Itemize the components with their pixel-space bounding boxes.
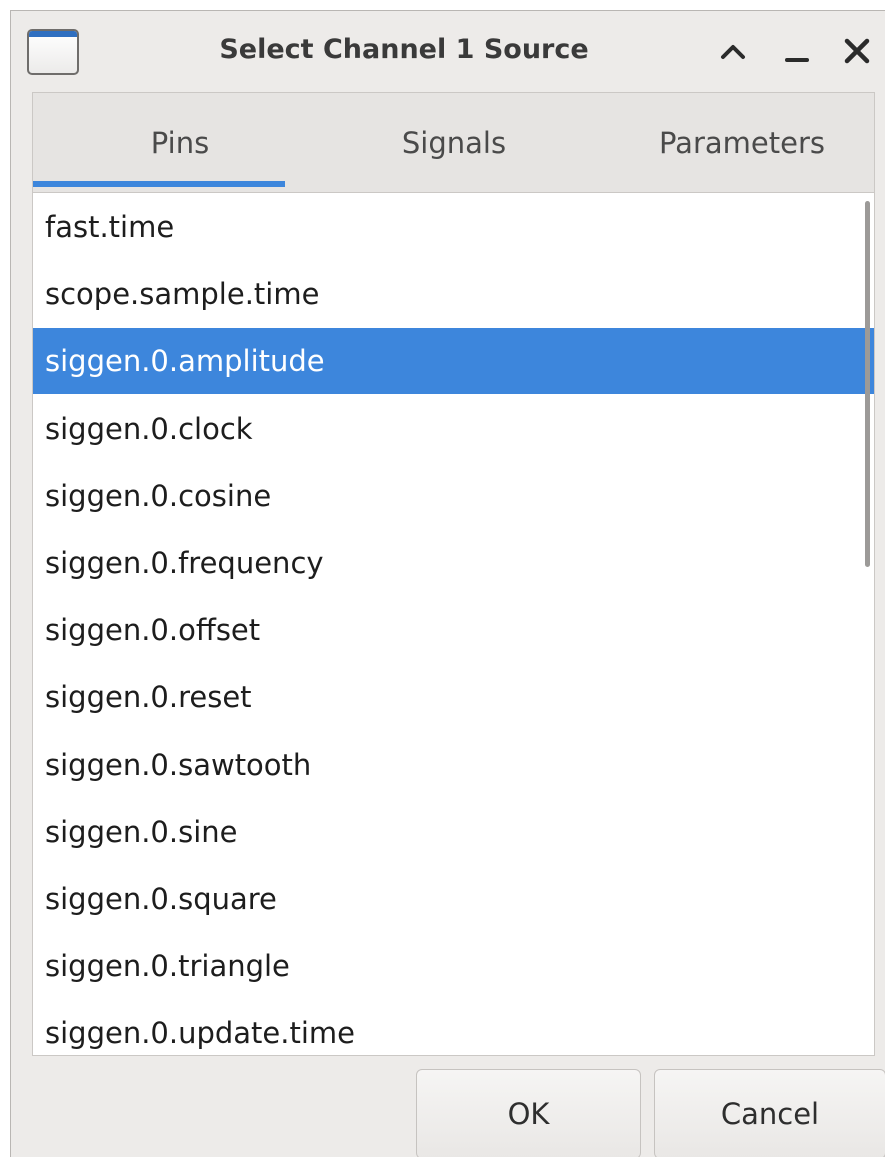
list-item[interactable]: siggen.0.amplitude — [33, 328, 874, 394]
window-title: Select Channel 1 Source — [219, 34, 589, 65]
close-icon — [844, 38, 870, 64]
list-item[interactable]: siggen.0.reset — [33, 664, 874, 730]
list-item[interactable]: scope.sample.time — [33, 261, 874, 327]
close-button[interactable] — [837, 31, 877, 71]
list-item[interactable]: siggen.0.frequency — [33, 530, 874, 596]
tab-signals[interactable]: Signals — [323, 93, 585, 192]
list-item[interactable]: siggen.0.sine — [33, 799, 874, 865]
list-scrollbar[interactable] — [865, 201, 870, 567]
list-item[interactable]: siggen.0.square — [33, 866, 874, 932]
shade-icon — [721, 45, 745, 59]
list-item[interactable]: siggen.0.cosine — [33, 463, 874, 529]
pin-list[interactable]: fast.time scope.sample.time siggen.0.ampli… — [32, 192, 875, 1056]
tab-parameters[interactable]: Parameters — [611, 93, 873, 192]
list-item[interactable]: siggen.0.sawtooth — [33, 732, 874, 798]
tab-pins[interactable]: Pins — [53, 93, 307, 192]
cancel-button[interactable]: Cancel — [654, 1069, 885, 1157]
minimize-button[interactable] — [777, 31, 817, 71]
list-item[interactable]: siggen.0.clock — [33, 396, 874, 462]
dialog-window: Select Channel 1 Source Pins Signals Par… — [10, 10, 885, 1157]
title-bar[interactable]: Select Channel 1 Source — [11, 11, 885, 91]
minimize-icon — [785, 58, 809, 62]
shade-button[interactable] — [713, 31, 753, 71]
tab-bar: Pins Signals Parameters — [32, 92, 875, 192]
ok-button[interactable]: OK — [416, 1069, 641, 1157]
list-item[interactable]: fast.time — [33, 194, 874, 260]
list-item[interactable]: siggen.0.offset — [33, 597, 874, 663]
list-item[interactable]: siggen.0.triangle — [33, 933, 874, 999]
active-tab-indicator — [33, 181, 285, 187]
list-item[interactable]: siggen.0.update.time — [33, 1000, 874, 1055]
